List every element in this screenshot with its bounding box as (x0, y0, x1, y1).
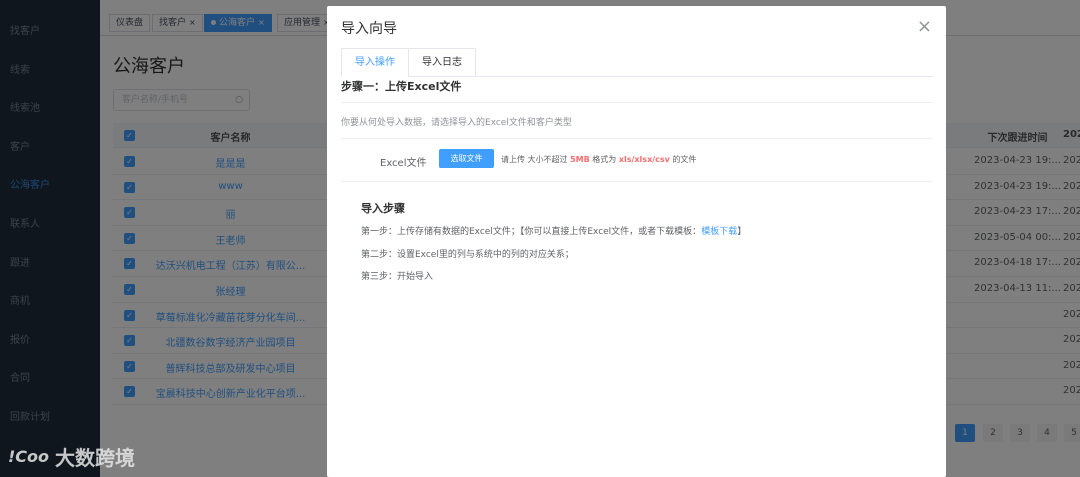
upload-hint: 请上传 大小不超过 5MB 格式为 xls/xlsx/csv 的文件 (501, 154, 696, 165)
step-1-end: 】 (737, 227, 747, 237)
step-title: 步骤一：上传Excel文件 (341, 80, 462, 93)
import-step-2: 第二步：设置Excel里的列与系统中的列的对应关系； (361, 250, 574, 260)
logo: !Coo 大数跨境 (8, 442, 135, 471)
import-wizard-dialog: 导入向导 × 导入操作 导入日志 步骤一：上传Excel文件 你要从何处导入数据… (327, 6, 946, 477)
logo-mark: !Coo (8, 447, 50, 466)
divider (341, 181, 933, 182)
hint-suffix: 的文件 (672, 155, 697, 164)
import-step-1: 第一步：上传存储有数据的Excel文件；【你可以直接上传Excel文件，或者下载… (361, 224, 746, 237)
import-step-3: 第三步：开始导入 (361, 272, 434, 282)
step-description: 你要从何处导入数据，请选择导入的Excel文件和客户类型 (341, 118, 572, 128)
tab-import-log[interactable]: 导入日志 (408, 48, 476, 77)
hint-size: 5MB (570, 155, 590, 164)
divider (341, 138, 933, 139)
step-1-text: 第一步：上传存储有数据的Excel文件；【你可以直接上传Excel文件，或者下载… (361, 227, 702, 237)
tab-import-operation[interactable]: 导入操作 (341, 48, 409, 77)
dialog-tabs: 导入操作 导入日志 (341, 48, 933, 77)
dialog-title: 导入向导 (341, 21, 397, 37)
hint-middle: 格式为 (592, 155, 617, 164)
hint-formats: xls/xlsx/csv (618, 155, 670, 164)
hint-prefix: 请上传 大小不超过 (501, 155, 568, 164)
excel-file-label: Excel文件 (380, 158, 427, 169)
import-steps-title: 导入步骤 (361, 202, 405, 215)
close-icon[interactable]: × (917, 16, 932, 37)
divider (341, 102, 933, 103)
select-file-button[interactable]: 选取文件 (439, 149, 494, 168)
template-download-link[interactable]: 模板下载 (701, 227, 737, 237)
logo-text: 大数跨境 (55, 446, 136, 470)
